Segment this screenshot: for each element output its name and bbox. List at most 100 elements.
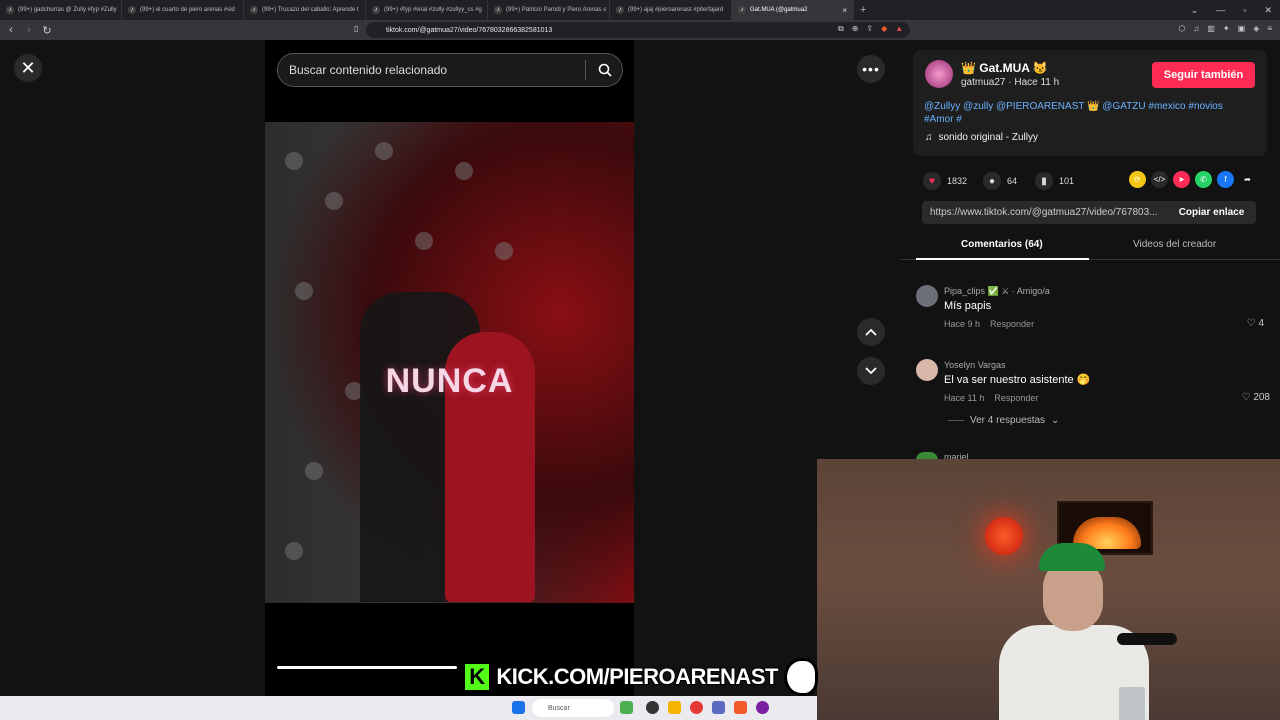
whatsapp-icon[interactable]: ✆ (1195, 171, 1212, 188)
wallet-icon[interactable]: ▣ (1238, 24, 1246, 33)
share-page-icon[interactable]: ⇪ (866, 24, 873, 34)
music-note-icon: ♫ (925, 132, 933, 143)
comment-time: Hace 9 h (944, 319, 981, 329)
share-icon[interactable]: ➦ (1239, 171, 1256, 188)
comment-body: Yoselyn Vargas El va ser nuestro asisten… (944, 360, 1244, 403)
tab-search-icon[interactable]: ⌄ (1191, 5, 1199, 16)
horse-logo-icon (783, 658, 818, 696)
teams-icon[interactable] (712, 701, 725, 714)
brave-shield-icon[interactable]: ◆ (881, 24, 887, 34)
heart-icon: ♥ (923, 172, 941, 190)
translate-icon[interactable]: ⧉ (838, 24, 844, 34)
brave-icon[interactable] (734, 701, 747, 714)
tab-creator-videos[interactable]: Videos del creador (1133, 239, 1216, 250)
kick-logo-icon: K (462, 661, 493, 693)
heart-outline-icon: ♡ (1241, 392, 1251, 403)
close-icon: ✕ (20, 57, 36, 78)
neon-horse-logo (985, 517, 1023, 555)
extension-icon[interactable]: ⬡ (1178, 24, 1185, 33)
sidebar-icon[interactable]: ▥ (1207, 24, 1215, 33)
share-link-box: https://www.tiktok.com/@gatmua27/video/7… (922, 201, 1256, 224)
browser-tab[interactable]: ♪ (99+) #fyp #viral #zully #zullyy_cs #g (366, 0, 488, 20)
video-caption-overlay: NUNCA (385, 362, 514, 400)
url-field[interactable]: tiktok.com/@gatmua27/video/7678032866382… (366, 22, 910, 38)
close-tab-icon[interactable]: × (842, 6, 847, 15)
commenter-avatar[interactable] (916, 359, 938, 381)
view-replies-button[interactable]: Ver 4 respuestas ⌄ (948, 415, 1059, 426)
minimize-icon[interactable]: — (1216, 5, 1225, 15)
more-options-button[interactable]: ••• (857, 55, 885, 83)
facebook-icon[interactable]: f (1217, 171, 1234, 188)
reload-icon[interactable]: ↻ (40, 24, 54, 37)
reply-button[interactable]: Responder (990, 319, 1034, 329)
reply-button[interactable]: Responder (994, 393, 1038, 403)
send-icon[interactable]: ➤ (1173, 171, 1190, 188)
comment-item (916, 359, 938, 381)
comment-tabs: Comentarios (64) Videos del creador (900, 234, 1280, 260)
author-name[interactable]: 👑 Gat.MUA 😼 (961, 61, 1048, 75)
video-progress-bar[interactable] (277, 666, 457, 669)
green-cap (1039, 543, 1105, 571)
post-caption[interactable]: @Zullyy @zully @PIEROARENAST 👑 @GATZU #m… (924, 100, 1254, 126)
video-frame[interactable]: NUNCA (265, 122, 634, 603)
save-button[interactable]: ▮ 101 (1035, 172, 1074, 190)
copy-link-button[interactable]: Copiar enlace (1167, 207, 1256, 218)
related-search-input[interactable]: Buscar contenido relacionado (277, 53, 623, 87)
drink-can (1119, 687, 1145, 720)
app-icon[interactable] (756, 701, 769, 714)
close-video-button[interactable]: ✕ (14, 54, 42, 82)
like-button[interactable]: ♥ 1832 (923, 172, 967, 190)
windows-taskbar: Buscar (0, 696, 817, 720)
comment-like-button[interactable]: ♡ 4 (1240, 318, 1264, 329)
browser-tab[interactable]: ♪ (99+) Trucazo del caballo: Aprende t (244, 0, 366, 20)
author-avatar[interactable] (925, 60, 953, 88)
rewards-icon[interactable]: ▲ (895, 24, 903, 34)
tiktok-icon: ♪ (372, 6, 380, 14)
new-tab-button[interactable]: + (860, 4, 866, 16)
windows-start-icon[interactable] (512, 701, 525, 714)
maximize-icon[interactable]: ▫ (1243, 5, 1246, 15)
music-icon[interactable]: ♫ (1193, 24, 1199, 33)
repost-icon[interactable]: ⟳ (1129, 171, 1146, 188)
tiktok-icon: ♪ (6, 6, 14, 14)
forward-icon[interactable]: › (22, 24, 36, 36)
bookmark-icon[interactable]: ▯ (354, 24, 358, 33)
comment-button[interactable]: ● 64 (983, 172, 1017, 190)
follow-button[interactable]: Seguir también (1152, 62, 1255, 88)
bookmark-icon: ▮ (1035, 172, 1053, 190)
zoom-icon[interactable]: ⊕ (852, 24, 859, 34)
search-icon[interactable] (598, 63, 612, 77)
browser-tab-active[interactable]: ♪ Gat.MUA (@gatmua2 × (732, 0, 854, 20)
chevron-up-icon (865, 328, 877, 336)
comment-time: Hace 11 h (944, 393, 985, 403)
commenter-name[interactable]: Pipa_clips ✅ ⚔ · Amigo/a (944, 286, 1269, 297)
puzzle-icon[interactable]: ✦ (1223, 24, 1230, 33)
menu-icon[interactable]: ≡ (1267, 24, 1272, 33)
webcam-overlay (817, 459, 1280, 720)
tab-comments[interactable]: Comentarios (64) (961, 239, 1043, 250)
back-icon[interactable]: ‹ (4, 24, 18, 36)
author-handle: gatmua27 · Hace 11 h (961, 77, 1060, 88)
music-link[interactable]: ♫ sonido original - Zullyy (925, 132, 1038, 143)
commenter-avatar[interactable] (916, 285, 938, 307)
address-toolbar: ‹ › ↻ ▯ tiktok.com/@gatmua27/video/76780… (0, 20, 1280, 40)
close-window-icon[interactable]: ✕ (1264, 5, 1272, 16)
taskbar-search[interactable]: Buscar (532, 699, 614, 717)
app-icon[interactable] (690, 701, 703, 714)
vpn-icon[interactable]: ◈ (1253, 24, 1259, 33)
share-link-url[interactable]: https://www.tiktok.com/@gatmua27/video/7… (922, 207, 1167, 218)
browser-tab[interactable]: ♪ (99+) el cuarto de piero arenas #sid (122, 0, 244, 20)
widget-icon[interactable] (620, 701, 633, 714)
embed-icon[interactable]: </> (1151, 171, 1168, 188)
microphone (1117, 633, 1177, 645)
browser-tab[interactable]: ♪ (99+) gadchurras @ Zully #fyp #Zully (0, 0, 122, 20)
chevron-down-icon: ⌄ (1051, 415, 1060, 426)
next-video-button[interactable] (857, 357, 885, 385)
previous-video-button[interactable] (857, 318, 885, 346)
browser-tab[interactable]: ♪ (99+) ajaj #pieroarenast #piterfajard (610, 0, 732, 20)
browser-tab[interactable]: ♪ (99+) Patricio Parodi y Piero Arenas s (488, 0, 610, 20)
app-icon[interactable] (646, 701, 659, 714)
folder-icon[interactable] (668, 701, 681, 714)
comment-like-button[interactable]: ♡ 208 (1236, 392, 1270, 403)
commenter-name[interactable]: Yoselyn Vargas (944, 360, 1244, 370)
